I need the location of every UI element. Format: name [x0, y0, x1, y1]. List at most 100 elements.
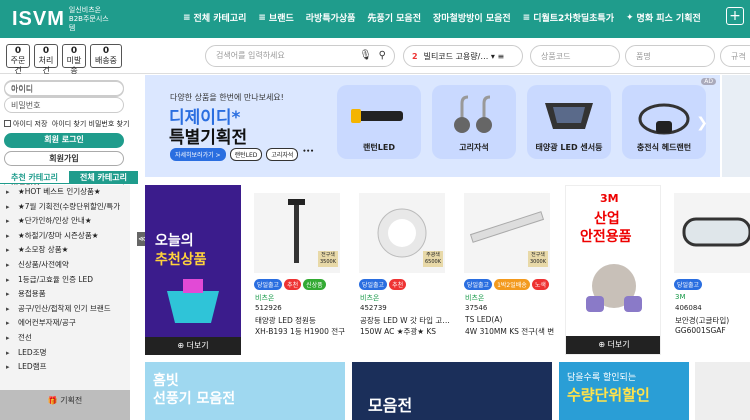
banner-card-hook[interactable]: 고리자석 — [432, 85, 516, 159]
product-card[interactable]: 당일출고 3M 406084 보안경(고글타입) GG6001SGAF — [670, 185, 750, 355]
dropdown-icon[interactable]: ▾ ≡ — [491, 52, 504, 61]
product-brand: 비츠온 — [255, 294, 275, 302]
category-tabs: 추천 카테고리 전체 카테고리 — [0, 171, 138, 184]
qd-line1: 담을수록 할인되는 — [567, 373, 637, 383]
quantity-discount-banner[interactable]: 담을수록 할인되는 수량단위할인 — [559, 362, 689, 420]
gift-exhibition-button[interactable]: 🎁 기획전 — [0, 390, 130, 420]
product-code: 452739 — [360, 304, 387, 312]
product-code-field[interactable]: 상품코드 — [530, 45, 620, 67]
product-tags: 당일출고 추천 — [359, 279, 407, 290]
nav-all-category[interactable]: ≡ 전체 카테고리 — [183, 11, 246, 25]
logo[interactable]: ISVM 일신비츠온 B2B주문시스템 — [12, 6, 115, 33]
category-item[interactable]: 1등급/고효율 인증 LED — [0, 273, 130, 288]
banner-pill[interactable]: 자세히보러가기 > — [170, 148, 226, 161]
find-links[interactable]: 아이디 찾기 비밀번호 찾기 — [52, 120, 130, 128]
main-nav: ≡ 전체 카테고리 ≡ 브랜드 라방특가상품 先풍기 모음전 장마철방방이 모음전 … — [183, 11, 701, 25]
gift-icon: 🎁 — [47, 396, 58, 405]
tab-all[interactable]: 전체 카테고리 — [69, 171, 138, 184]
basket-icon — [167, 279, 219, 323]
logo-subtitle: 일신비츠온 B2B주문시스템 — [68, 6, 109, 32]
checkbox-icon[interactable] — [4, 120, 11, 127]
counter-orders[interactable]: 0 주문건 — [6, 44, 30, 75]
banner-title-2: 특별기획전 — [169, 128, 248, 148]
login-button[interactable]: 회원 로그인 — [4, 133, 124, 148]
product-card[interactable]: 전구색 3500K 당일출고 추천 신상품 비츠온 512926 태양광 LED 정… — [250, 185, 346, 355]
nav-screw[interactable]: ✦ 명화 피스 기획전 — [626, 11, 701, 25]
remember-id[interactable]: 아이디 저장 아이디 찾기 비밀번호 찾기 — [4, 119, 129, 129]
search-icon[interactable]: ⚲ — [379, 50, 386, 61]
lantern-icon — [351, 109, 403, 123]
product-name-field[interactable]: 품명 — [625, 45, 715, 67]
product-brand: 비츠온 — [465, 294, 485, 302]
nav-dewalt[interactable]: ≡ 디월트2차핫딜초특가 — [522, 11, 614, 25]
id-input[interactable]: 아이디 — [4, 80, 124, 96]
banner-card-headlamp[interactable]: 충전식 헤드랜턴 — [622, 85, 706, 159]
nav-fan[interactable]: 先풍기 모음전 — [367, 11, 421, 24]
banner-card-label: 고리자석 — [459, 143, 489, 152]
product-code: 37546 — [465, 304, 488, 312]
nav-rainy[interactable]: 장마철방방이 모음전 — [433, 11, 511, 24]
product-card[interactable]: 주광색 6500K 당일출고 추천 비츠온 452739 공장등 LED W 갓 … — [355, 185, 451, 355]
banner-pills: 자세히보러가기 > 랜턴LED 고리자석 ••• — [170, 148, 314, 161]
tab-recommended[interactable]: 추천 카테고리 — [0, 171, 69, 184]
product-name: TS LED(A) — [465, 315, 503, 324]
product-tags: 당일출고 1박2일배송 노색 — [464, 279, 549, 290]
menu-icon: ≡ — [522, 12, 531, 23]
search-input[interactable]: 검색어를 입력하세요 🎙 ⚲ — [205, 45, 395, 67]
more-button[interactable]: ⊕ 더보기 — [145, 337, 241, 355]
password-input[interactable]: 비밀번호 — [4, 97, 124, 113]
product-code: 512926 — [255, 304, 282, 312]
category-item[interactable]: 용접용품 — [0, 287, 130, 302]
banner-pill[interactable]: 고리자석 — [266, 148, 299, 161]
category-item[interactable]: ★7월 기획전(수량단위할인/특가 — [0, 200, 130, 215]
product-card[interactable]: 전구색 3000K 당일출고 1박2일배송 노색 비츠온 37546 TS LED(… — [460, 185, 556, 355]
side-banner-strip[interactable] — [722, 75, 750, 177]
category-item[interactable]: 전선 — [0, 331, 130, 346]
counter-processed[interactable]: 0 처리건 — [34, 44, 58, 75]
product-subname: 150W AC ★주광★ KS — [360, 327, 437, 336]
nav-live-deal[interactable]: 라방특가상품 — [306, 11, 356, 24]
counter-shipping[interactable]: 0 배송중 — [90, 44, 122, 68]
category-item[interactable]: LED조명 — [0, 346, 130, 361]
more-button[interactable]: ⊕ 더보기 — [566, 336, 660, 354]
safety-promo-card[interactable]: 3M 산업 안전용품 ⊕ 더보기 — [565, 185, 661, 355]
product-brand: 3M — [675, 293, 686, 301]
mic-icon[interactable]: 🎙 — [359, 50, 372, 61]
join-button[interactable]: 회원가입 — [4, 151, 124, 166]
category-item[interactable]: 신상품/사전예약 — [0, 258, 130, 273]
spec-field[interactable]: 규격 — [720, 45, 750, 67]
more-dots-icon[interactable]: ••• — [302, 148, 314, 161]
star-icon: ✦ — [626, 12, 634, 23]
category-item[interactable]: ★HOT 베스트 인기상품★ — [0, 185, 130, 200]
category-item[interactable]: 에어컨부자재/공구 — [0, 316, 130, 331]
fan-banner[interactable]: 홈빗 선풍기 모음전 — [145, 362, 345, 420]
category-item[interactable]: LED램프 — [0, 360, 130, 375]
buildone-banner[interactable]: 모음전 — [352, 362, 552, 420]
category-item[interactable]: ★하절기/장마 시즌상품★ — [0, 229, 130, 244]
sealant-banner[interactable] — [695, 362, 750, 420]
counter-unshipped[interactable]: 0 미발송 — [62, 44, 86, 75]
rank-ticker[interactable]: 2 빌티코드 고용량/… ▾ ≡ — [403, 45, 523, 67]
product-subname: XH-B193 1등 H1900 전구… — [255, 327, 345, 336]
promo-card[interactable]: 오늘의 추천상품 ⊕ 더보기 — [145, 185, 241, 355]
category-item[interactable]: ★소모장 상품★ — [0, 243, 130, 258]
product-image — [674, 193, 750, 273]
bottom-banners: 홈빗 선풍기 모음전 모음전 담을수록 할인되는 수량단위할인 — [145, 362, 750, 420]
sub-header: 0 주문건 0 처리건 0 미발송 0 배송중 검색어를 입력하세요 🎙 ⚲ 2 빌티코드… — [0, 38, 750, 75]
banner-card-lantern[interactable]: 랜턴LED — [337, 85, 421, 159]
category-item[interactable]: 공구/인산/접착제 인기 브랜드 — [0, 302, 130, 317]
nav-brand[interactable]: ≡ 브랜드 — [258, 11, 293, 25]
top-header: ISVM 일신비츠온 B2B주문시스템 ≡ 전체 카테고리 ≡ 브랜드 라방특가상품… — [0, 0, 750, 38]
banner-card-label: 랜턴LED — [363, 143, 395, 152]
color-badge: 주광색 6500K — [423, 251, 443, 267]
chevron-right-icon[interactable]: ❯ — [696, 115, 708, 131]
hook-magnet-icon — [454, 95, 492, 133]
product-name: 태양광 LED 정원등 — [255, 316, 316, 325]
product-row: 오늘의 추천상품 ⊕ 더보기 전구색 3500K 당일출고 추천 신상품 비츠온 5… — [145, 185, 750, 355]
banner-pill[interactable]: 랜턴LED — [229, 148, 263, 161]
banner-card-solar[interactable]: 태양광 LED 센서등 — [527, 85, 611, 159]
product-code: 406084 — [675, 304, 702, 312]
category-item[interactable]: ★단가인하/인상 안내★ — [0, 214, 130, 229]
main-banner[interactable]: 다양한 상품을 한번에 만나보세요! 디제이디* 특별기획전 자세히보러가기 >… — [145, 75, 720, 177]
plus-button[interactable]: + — [726, 7, 744, 25]
